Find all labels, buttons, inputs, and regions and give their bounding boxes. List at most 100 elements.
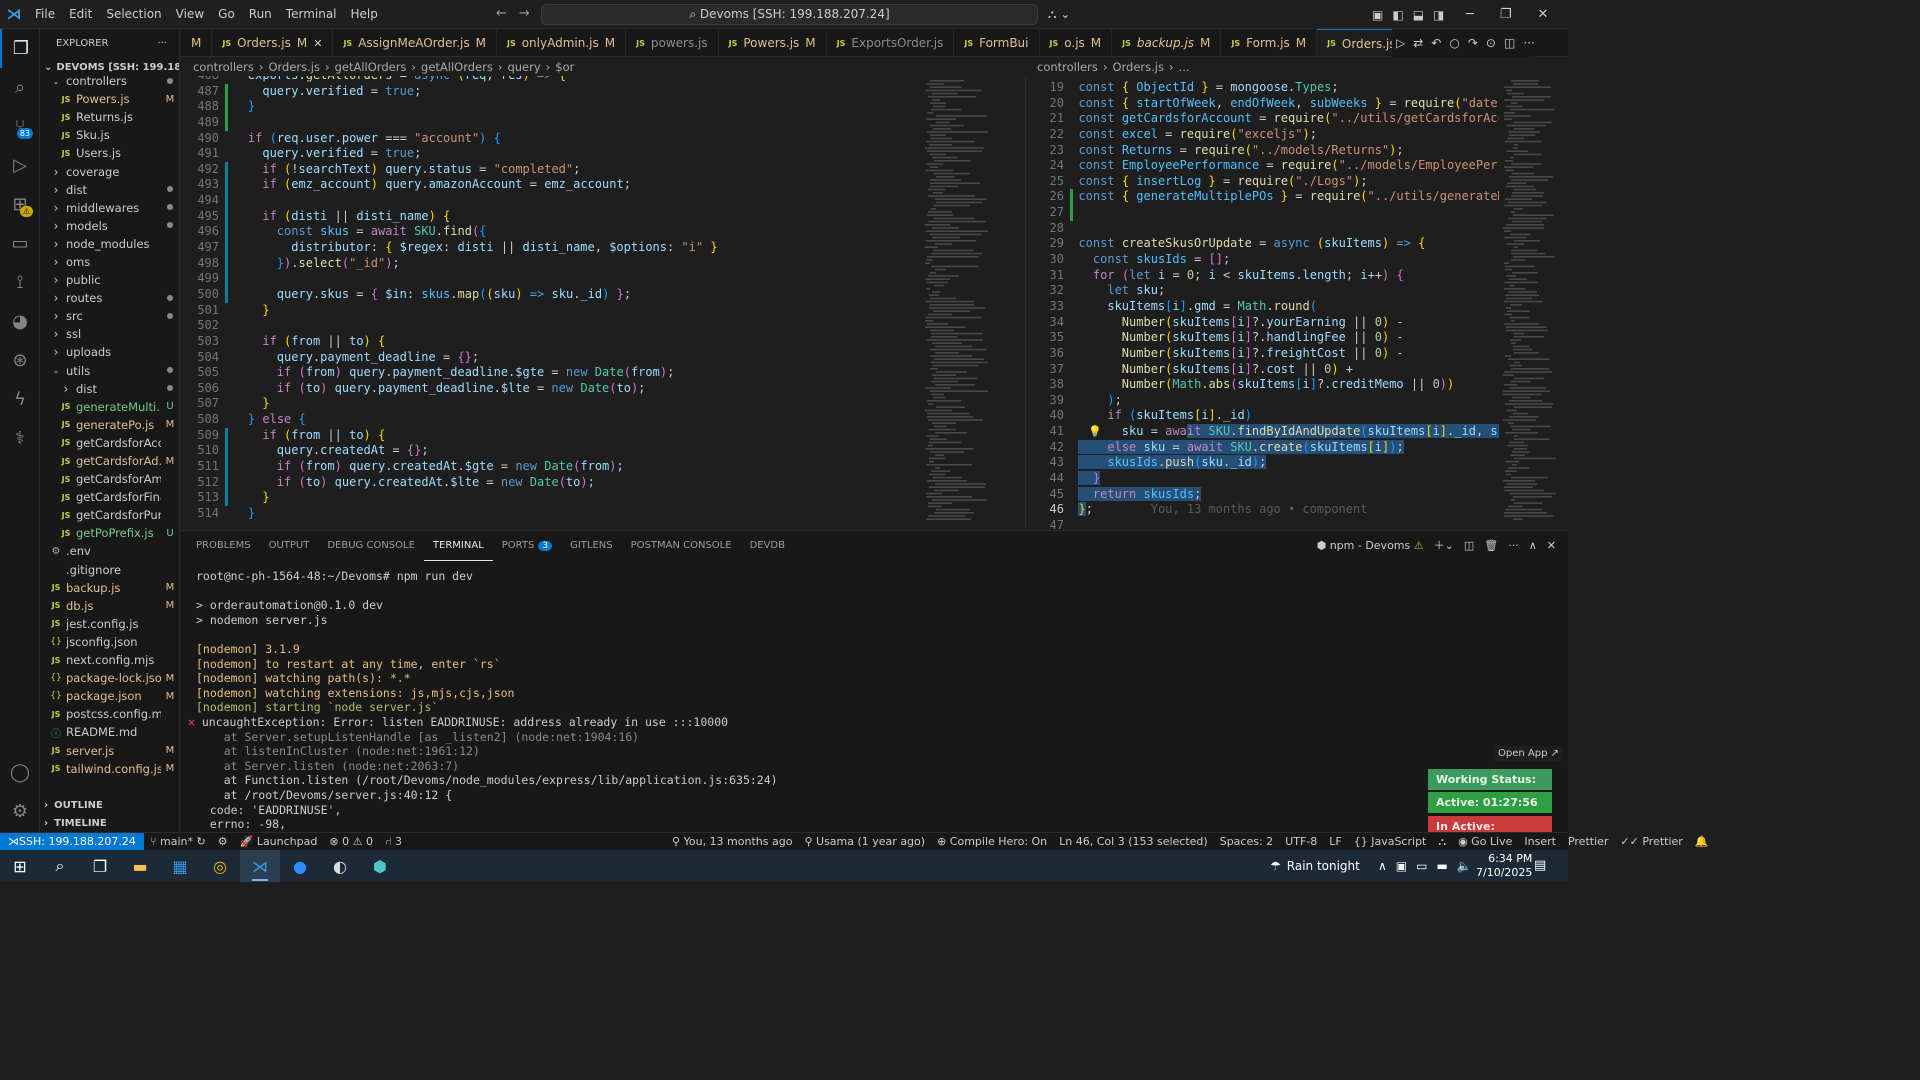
breadcrumb-item[interactable]: Orders.js: [1112, 60, 1164, 74]
network-icon[interactable]: ▬: [1436, 859, 1447, 873]
editor-tab[interactable]: JS onlyAdmin.js M: [497, 29, 627, 56]
maximize-panel-icon[interactable]: ∧: [1529, 539, 1537, 552]
file-item[interactable]: {} jsconfig.json: [40, 633, 179, 651]
toggle-panel-icon[interactable]: ⬓: [1413, 8, 1424, 22]
panel-tab-ports[interactable]: PORTS 3: [493, 531, 561, 561]
toggle-sidebar-icon[interactable]: ◧: [1392, 8, 1403, 22]
folder-item[interactable]: › models: [40, 217, 179, 235]
folder-item[interactable]: › routes: [40, 289, 179, 307]
volume-icon[interactable]: 🔈: [1457, 859, 1472, 873]
editor-tab[interactable]: JS Powers.js M: [719, 29, 827, 56]
kill-terminal-icon[interactable]: 🗑: [1484, 539, 1498, 552]
folder-item[interactable]: ⌄ utils: [40, 362, 179, 380]
editor-right[interactable]: 19 const { ObjectId } = mongoose.Types; …: [1025, 76, 1499, 529]
split-editor-icon[interactable]: ◫: [1504, 36, 1515, 50]
file-item[interactable]: JS tailwind.config.js M: [40, 760, 179, 778]
line-ending[interactable]: LF: [1323, 835, 1347, 848]
prettier-status-2[interactable]: ✓✓ Prettier: [1614, 835, 1688, 848]
folder-item[interactable]: › coverage: [40, 162, 179, 180]
app-icon[interactable]: ◐: [320, 850, 360, 882]
prettier-status[interactable]: Prettier: [1562, 835, 1614, 848]
tray-icon[interactable]: ▣: [1396, 859, 1407, 873]
go-live-button[interactable]: ◉ Go Live: [1452, 835, 1518, 848]
file-item[interactable]: JS next.config.mjs: [40, 651, 179, 669]
compare-icon[interactable]: ⇄: [1413, 36, 1423, 50]
breadcrumb-item[interactable]: ...: [1179, 60, 1190, 74]
panel-tab-output[interactable]: OUTPUT: [260, 531, 319, 561]
minimap-right[interactable]: [1499, 76, 1568, 529]
run-debug-icon[interactable]: ▷: [0, 146, 40, 185]
panel-tab-gitlens[interactable]: GITLENS: [561, 531, 622, 561]
launchpad-item[interactable]: 🚀 Launchpad: [234, 835, 324, 848]
forward-icon[interactable]: ↷: [1468, 36, 1478, 50]
file-item[interactable]: JS Users.js: [40, 144, 179, 162]
clock[interactable]: 6:34 PM 7/10/2025: [1476, 852, 1532, 880]
explorer-icon[interactable]: ❐: [0, 29, 40, 68]
layout-icon[interactable]: ▣: [1372, 8, 1383, 22]
chrome-icon[interactable]: ◎: [200, 850, 240, 882]
forward-arrow-icon[interactable]: →: [519, 6, 530, 21]
folder-item[interactable]: ⌄ controllers: [40, 72, 179, 90]
open-app-button[interactable]: Open App ↗: [1494, 746, 1564, 761]
minimap-left[interactable]: [921, 76, 1021, 529]
menu-go[interactable]: Go: [211, 0, 242, 29]
folder-item[interactable]: › oms: [40, 253, 179, 271]
debug-icon[interactable]: ⚙: [212, 835, 234, 848]
folder-item[interactable]: › uploads: [40, 343, 179, 361]
display-icon[interactable]: ▭: [1416, 859, 1427, 873]
run-icon[interactable]: ▷: [1396, 36, 1405, 50]
editor-left[interactable]: 408 exports.getAllOrders = async (req, r…: [181, 76, 921, 529]
file-item[interactable]: JS Returns.js: [40, 108, 179, 126]
restore-icon[interactable]: ❐: [1500, 7, 1512, 22]
menu-run[interactable]: Run: [242, 0, 279, 29]
ports-indicator[interactable]: ⑁ 3: [379, 835, 408, 848]
windows-start-icon[interactable]: ⊞: [0, 850, 40, 882]
folder-item[interactable]: › src: [40, 307, 179, 325]
timeline-section[interactable]: › TIMELINE: [40, 814, 179, 832]
outline-section[interactable]: › OUTLINE: [40, 796, 179, 814]
menu-edit[interactable]: Edit: [62, 0, 99, 29]
file-item[interactable]: JS server.js M: [40, 741, 179, 759]
search-icon[interactable]: ⌕: [0, 68, 40, 107]
file-item[interactable]: JS backup.js M: [40, 579, 179, 597]
file-item[interactable]: ⚙ .env: [40, 542, 179, 560]
breadcrumb-item[interactable]: controllers: [1037, 60, 1098, 74]
folder-item[interactable]: › node_modules: [40, 235, 179, 253]
breadcrumb-item[interactable]: $or: [555, 60, 574, 74]
file-item[interactable]: {} package.json M: [40, 687, 179, 705]
editor-tab[interactable]: JS AssignMeAOrder.js M: [333, 29, 497, 56]
app-icon-2[interactable]: ⬢: [360, 850, 400, 882]
file-item[interactable]: JS getCardsforAccount.js: [40, 434, 179, 452]
gitlens-icon[interactable]: ⟟: [0, 263, 40, 302]
blame-indicator[interactable]: ⚲ You, 13 months ago: [666, 835, 798, 848]
breadcrumb-item[interactable]: query: [507, 60, 540, 74]
menu-help[interactable]: Help: [344, 0, 385, 29]
extensions-icon[interactable]: ⊞ ⚠: [0, 185, 40, 224]
panel-tab-devdb[interactable]: DEVDB: [741, 531, 794, 561]
circle-icon[interactable]: ○: [1449, 36, 1459, 50]
language-mode[interactable]: {} JavaScript: [1348, 835, 1433, 848]
file-item[interactable]: JS getPoPrefix.js U: [40, 524, 179, 542]
lightning-icon[interactable]: ϟ: [0, 380, 40, 419]
account-icon[interactable]: ◯: [0, 753, 40, 792]
revert-icon[interactable]: ↶: [1431, 36, 1441, 50]
editor-tab[interactable]: JSM: [181, 29, 213, 56]
breadcrumb-item[interactable]: getAllOrders: [421, 60, 493, 74]
more-actions-icon[interactable]: ···: [157, 38, 167, 49]
file-item[interactable]: JS getCardsforPurchasi...: [40, 506, 179, 524]
chevron-up-icon[interactable]: ∧: [1378, 859, 1387, 873]
notifications-icon[interactable]: 🔔: [1689, 835, 1715, 848]
breadcrumb-item[interactable]: Orders.js: [268, 60, 320, 74]
file-item[interactable]: {} package-lock.json M: [40, 669, 179, 687]
folder-item[interactable]: › ssl: [40, 325, 179, 343]
panel-tab-problems[interactable]: PROBLEMS: [187, 531, 260, 561]
menu-selection[interactable]: Selection: [99, 0, 168, 29]
folder-item[interactable]: › dist: [40, 380, 179, 398]
file-item[interactable]: .gitignore: [40, 561, 179, 579]
weather-widget[interactable]: ☂ Rain tonight: [1270, 850, 1360, 882]
postman-icon[interactable]: ◕: [0, 302, 40, 341]
editor-tab[interactable]: JS Orders.js M ✕: [212, 29, 334, 56]
file-item[interactable]: JS db.js M: [40, 597, 179, 615]
copilot-status-icon[interactable]: ⛬: [1432, 835, 1452, 849]
remote-indicator[interactable]: ⋊ SSH: 199.188.207.24: [0, 832, 144, 851]
